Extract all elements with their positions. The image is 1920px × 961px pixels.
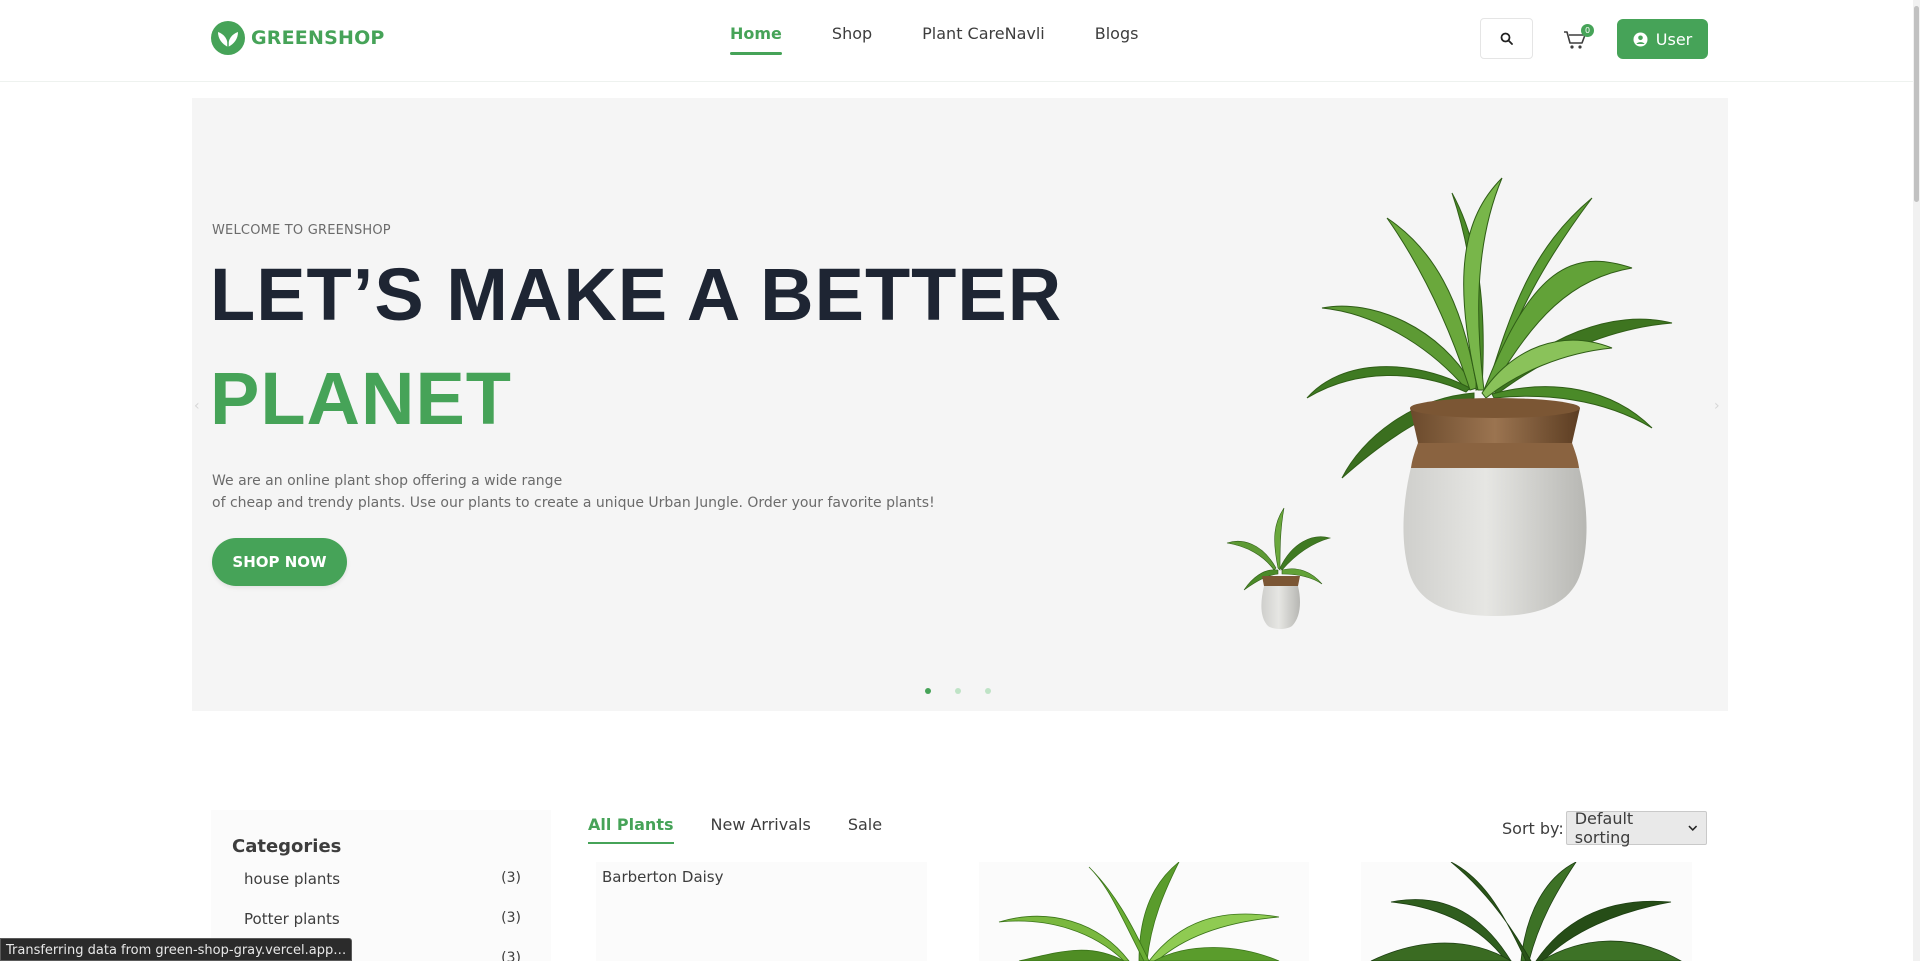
slider-dot[interactable]	[985, 688, 991, 694]
tab-new-arrivals[interactable]: New Arrivals	[711, 815, 811, 845]
product-card[interactable]	[1361, 862, 1692, 961]
nav-item-blogs[interactable]: Blogs	[1095, 0, 1139, 82]
category-item[interactable]: house plants (3)	[244, 870, 521, 888]
sort-value: Default sorting	[1574, 809, 1634, 847]
category-label: house plants	[244, 870, 341, 888]
category-item[interactable]: Potter plants (3)	[244, 910, 521, 928]
user-circle-icon	[1633, 32, 1648, 46]
product-card[interactable]: Barberton Daisy	[596, 862, 927, 961]
sort-control: Sort by: Default sorting	[1502, 809, 1707, 847]
category-count: (3)	[501, 910, 521, 926]
hero-description: We are an online plant shop offering a w…	[212, 470, 992, 514]
page: GREENSHOP Home Shop Plant CareNavli Blog…	[0, 0, 1920, 961]
nav-item-home[interactable]: Home	[730, 0, 782, 82]
shop-now-button[interactable]: SHOP NOW	[212, 538, 347, 586]
nav-item-shop[interactable]: Shop	[832, 0, 872, 82]
hero-plant-image	[1226, 177, 1673, 629]
product-image	[1370, 862, 1682, 961]
nav-item-plant-care[interactable]: Plant CareNavli	[922, 0, 1045, 82]
cart-count-badge: 0	[1581, 24, 1594, 37]
sort-label: Sort by:	[1502, 818, 1564, 838]
categories-title: Categories	[232, 836, 342, 857]
browser-status-bar: Transferring data from green-shop-gray.v…	[0, 938, 353, 961]
category-label: Potter plants	[244, 910, 340, 928]
tab-all-plants[interactable]: All Plants	[588, 815, 674, 845]
hero-banner: WELCOME TO GREENSHOP LET’S MAKE A BETTER…	[192, 98, 1728, 711]
slider-dot[interactable]	[925, 688, 931, 694]
search-button[interactable]	[1480, 18, 1533, 59]
category-count: (3)	[501, 870, 521, 886]
slider-dot[interactable]	[955, 688, 961, 694]
hero-description-line: We are an online plant shop offering a w…	[212, 473, 563, 489]
hero-title-accent: PLANET	[210, 357, 512, 440]
hero-title: LET’S MAKE A BETTER	[210, 253, 1063, 336]
prev-slide-arrow-icon[interactable]: ‹	[194, 398, 208, 414]
search-icon	[1500, 32, 1513, 45]
user-button[interactable]: User	[1617, 19, 1708, 59]
user-button-label: User	[1655, 29, 1693, 49]
scrollbar-thumb[interactable]	[1914, 6, 1919, 202]
product-tabs: All Plants New Arrivals Sale	[588, 815, 882, 845]
tab-sale[interactable]: Sale	[848, 815, 882, 845]
sort-select[interactable]: Default sorting	[1565, 809, 1707, 847]
product-image	[998, 862, 1280, 961]
main-nav: Home Shop Plant CareNavli Blogs	[730, 0, 1138, 82]
hero-welcome: WELCOME TO GREENSHOP	[212, 223, 391, 238]
product-name: Barberton Daisy	[602, 868, 724, 886]
chevron-down-icon	[1688, 825, 1698, 831]
next-slide-arrow-icon[interactable]: ›	[1714, 398, 1728, 414]
slider-dots	[925, 688, 991, 694]
product-card[interactable]	[979, 862, 1309, 961]
logo[interactable]: GREENSHOP	[211, 21, 385, 55]
category-count: (3)	[501, 950, 521, 961]
logo-text: GREENSHOP	[251, 27, 385, 49]
hero-description-line: of cheap and trendy plants. Use our plan…	[212, 495, 935, 511]
site-header: GREENSHOP Home Shop Plant CareNavli Blog…	[0, 0, 1920, 82]
leaf-logo-icon	[211, 21, 245, 55]
